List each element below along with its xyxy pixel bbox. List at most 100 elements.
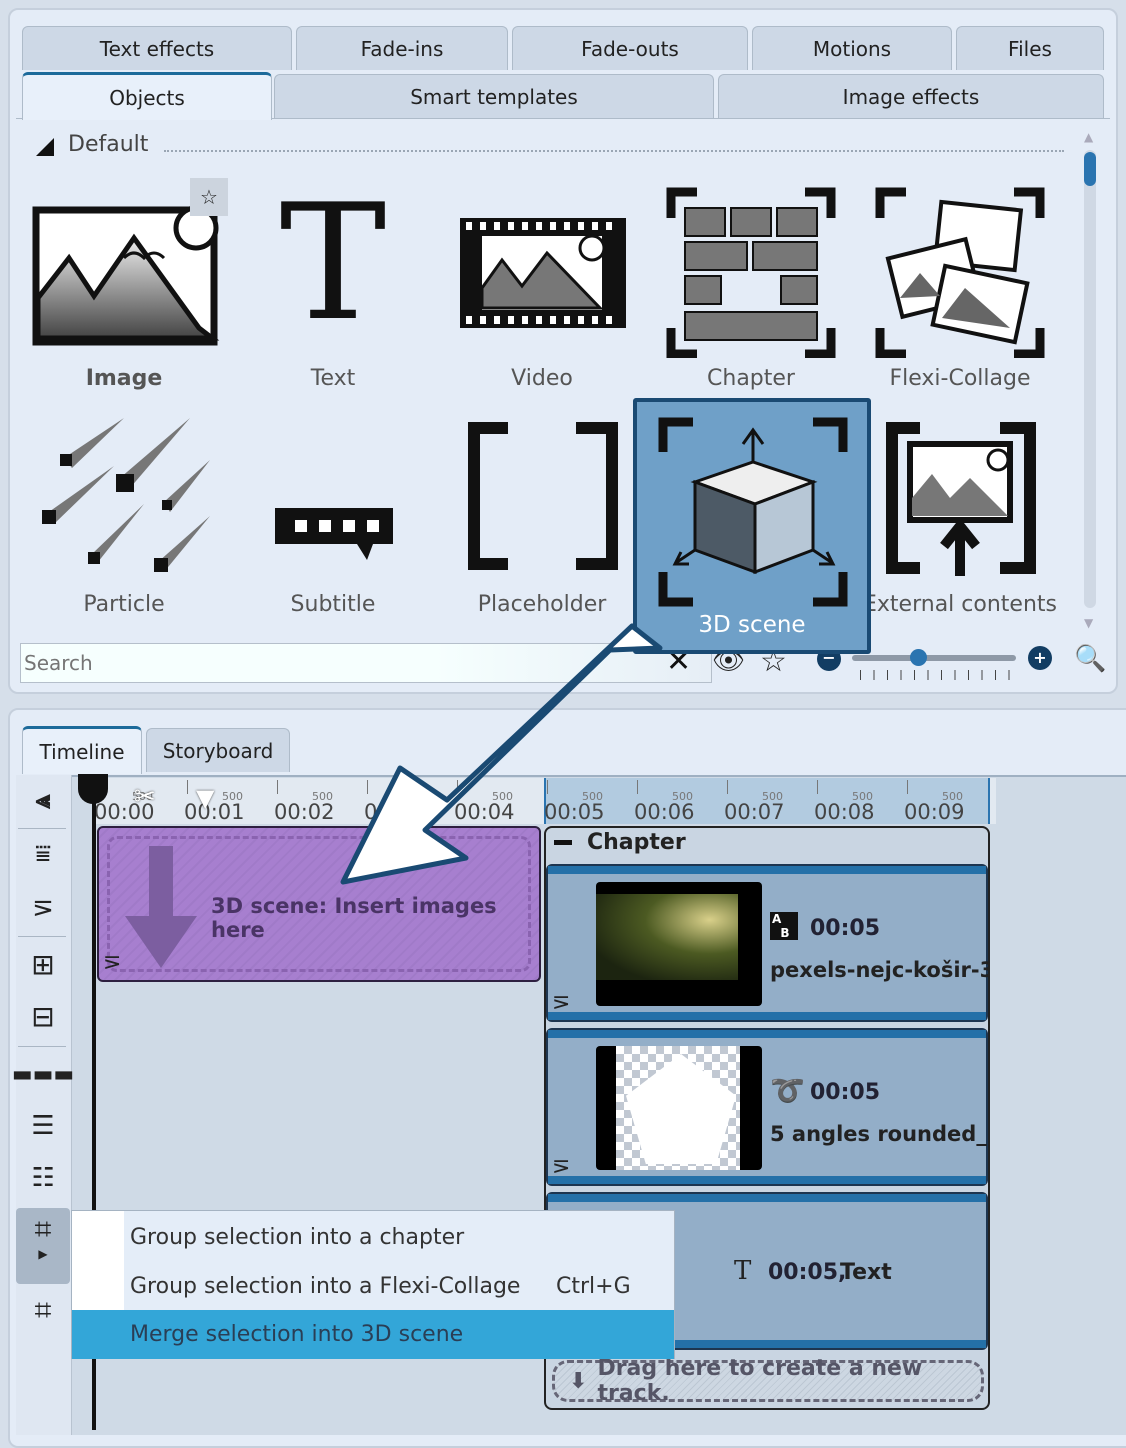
- clip-name: pexels-nejc-košir-33: [770, 958, 990, 982]
- chapter-title: Chapter: [587, 830, 686, 855]
- object-image[interactable]: ☆ Image: [24, 178, 228, 398]
- marker-icon[interactable]: ▼: [196, 784, 214, 812]
- section-title: Default: [68, 132, 149, 157]
- external-contents-icon: [886, 422, 1036, 576]
- menu-item-merge-3d-scene[interactable]: Merge selection into 3D scene: [72, 1310, 674, 1359]
- object-label: 3D scene: [698, 612, 806, 638]
- collapse-chapter-icon[interactable]: [554, 840, 572, 845]
- scroll-down-icon[interactable]: ▼: [1084, 616, 1093, 630]
- stack-icon[interactable]: ☷: [22, 1158, 64, 1198]
- menu-item-group-flexi-collage[interactable]: Group selection into a Flexi-Collage Ctrl…: [72, 1262, 674, 1311]
- object-label: Text: [310, 366, 356, 391]
- favorite-star-icon[interactable]: ☆: [190, 178, 228, 216]
- 3d-scene-placeholder-clip[interactable]: 3D scene: Insert images here ⋝: [97, 826, 541, 982]
- zoom-slider-thumb[interactable]: [910, 649, 927, 666]
- object-label: Placeholder: [477, 592, 607, 617]
- ruler-sublabel: 500: [852, 790, 873, 803]
- text-effect-icon[interactable]: T: [734, 1256, 751, 1286]
- menu-item-label: Group selection into a Flexi-Collage: [130, 1274, 521, 1299]
- object-label: Flexi-Collage: [889, 366, 1031, 391]
- new-track-drop-zone[interactable]: ⬇ Drag here to create a new track.: [552, 1356, 984, 1406]
- ungroup-tool-icon[interactable]: ⫷: [22, 780, 64, 820]
- tab-motions[interactable]: Motions: [752, 26, 952, 70]
- particle-icon: [42, 418, 210, 572]
- scrollbar-track[interactable]: [1084, 150, 1096, 608]
- ruler-tick: [367, 780, 368, 794]
- timeline-clip-image[interactable]: A B 00:05 pexels-nejc-košir-33 ⋝: [546, 864, 990, 1022]
- object-label: Particle: [83, 592, 165, 617]
- align-left-icon[interactable]: ☰: [22, 1106, 64, 1146]
- zoom-fit-icon[interactable]: 🔍: [1074, 644, 1106, 674]
- placeholder-clip-label: 3D scene: Insert images here: [211, 894, 497, 942]
- playhead-handle[interactable]: [78, 774, 108, 804]
- ruler-label: 00:02: [274, 800, 335, 824]
- scroll-up-icon[interactable]: ▲: [1084, 130, 1093, 144]
- timeline-clip-mask[interactable]: ➰ 00:05 5 angles rounded_im ⋝: [546, 1028, 990, 1186]
- chapter-icon: [666, 187, 836, 359]
- align-tool-icon[interactable]: ⩸: [22, 834, 64, 874]
- ruler-sublabel: 500: [312, 790, 333, 803]
- tab-storyboard[interactable]: Storyboard: [146, 728, 290, 772]
- scrollbar-thumb[interactable]: [1084, 152, 1096, 186]
- remove-track-icon[interactable]: ⊟: [22, 996, 64, 1036]
- menu-item-group-chapter[interactable]: Group selection into a chapter: [72, 1213, 674, 1262]
- track-marker-icon[interactable]: ⋝: [552, 990, 570, 1015]
- toolbar-divider: [18, 1046, 66, 1047]
- fit-tool-icon[interactable]: ⌗: [22, 1290, 64, 1330]
- tab-fade-ins[interactable]: Fade-ins: [296, 26, 508, 70]
- tab-smart-templates[interactable]: Smart templates: [274, 74, 714, 118]
- ruler-label: 00:09: [904, 800, 965, 824]
- toolbar-divider: [18, 828, 66, 829]
- ruler-sublabel: 500: [942, 790, 963, 803]
- motion-icon[interactable]: ➰: [770, 1074, 805, 1107]
- object-label: Chapter: [707, 366, 795, 391]
- object-particle[interactable]: Particle: [24, 408, 224, 628]
- object-label: Image: [85, 366, 163, 391]
- distribute-icon[interactable]: ▬▬▬: [12, 1054, 74, 1094]
- flexi-collage-icon: [875, 187, 1045, 359]
- object-3d-scene[interactable]: 3D scene: [633, 398, 871, 654]
- scissors-icon[interactable]: ✂: [134, 782, 156, 812]
- zoom-slider-track[interactable]: [852, 655, 1016, 661]
- track-marker-icon[interactable]: ⋝: [552, 1154, 570, 1179]
- tab-fade-outs[interactable]: Fade-outs: [512, 26, 748, 70]
- object-text[interactable]: T Text: [233, 178, 433, 398]
- ruler-sublabel: 500: [222, 790, 243, 803]
- object-video[interactable]: Video: [442, 178, 642, 398]
- track-marker-icon[interactable]: ⋝: [103, 950, 121, 975]
- clip-duration: 00:05,: [768, 1260, 847, 1285]
- object-flexi-collage[interactable]: Flexi-Collage: [860, 178, 1060, 398]
- zoom-in-icon[interactable]: +: [1028, 646, 1052, 670]
- text-icon: T: [279, 169, 387, 356]
- tab-image-effects[interactable]: Image effects: [718, 74, 1104, 118]
- ruler-sublabel: 500: [402, 790, 423, 803]
- menu-item-shortcut: Ctrl+G: [556, 1274, 631, 1299]
- ruler-tick: [187, 780, 188, 794]
- tab-timeline[interactable]: Timeline: [22, 726, 142, 774]
- add-track-icon[interactable]: ⊞: [22, 944, 64, 984]
- transition-icon[interactable]: A B: [770, 912, 798, 940]
- tab-files[interactable]: Files: [956, 26, 1104, 70]
- ruler-sublabel: 500: [672, 790, 693, 803]
- object-external-contents[interactable]: External contents: [860, 408, 1060, 628]
- placeholder-icon: [468, 422, 618, 570]
- menu-item-label: Merge selection into 3D scene: [130, 1322, 464, 1347]
- ruler-sublabel: 500: [762, 790, 783, 803]
- track-marker-icon[interactable]: ⋝: [22, 888, 64, 928]
- object-subtitle[interactable]: Subtitle: [233, 408, 433, 628]
- tab-text-effects[interactable]: Text effects: [22, 26, 292, 70]
- video-icon: [460, 218, 626, 328]
- object-placeholder[interactable]: Placeholder: [442, 408, 642, 628]
- clip-name: Text: [840, 1260, 892, 1285]
- search-input[interactable]: [20, 643, 712, 683]
- ruler-label: 00:04: [454, 800, 515, 824]
- tab-objects[interactable]: Objects: [22, 72, 272, 120]
- group-tool-button[interactable]: ⌗ ▶: [16, 1208, 70, 1284]
- section-collapse-icon[interactable]: [36, 138, 54, 156]
- ruler-label: 00:03: [364, 800, 425, 824]
- ruler-sublabel: 500: [492, 790, 513, 803]
- ruler-tick: [637, 780, 638, 794]
- ruler-tick: [907, 780, 908, 794]
- section-divider: [164, 150, 1064, 152]
- object-chapter[interactable]: Chapter: [651, 178, 851, 398]
